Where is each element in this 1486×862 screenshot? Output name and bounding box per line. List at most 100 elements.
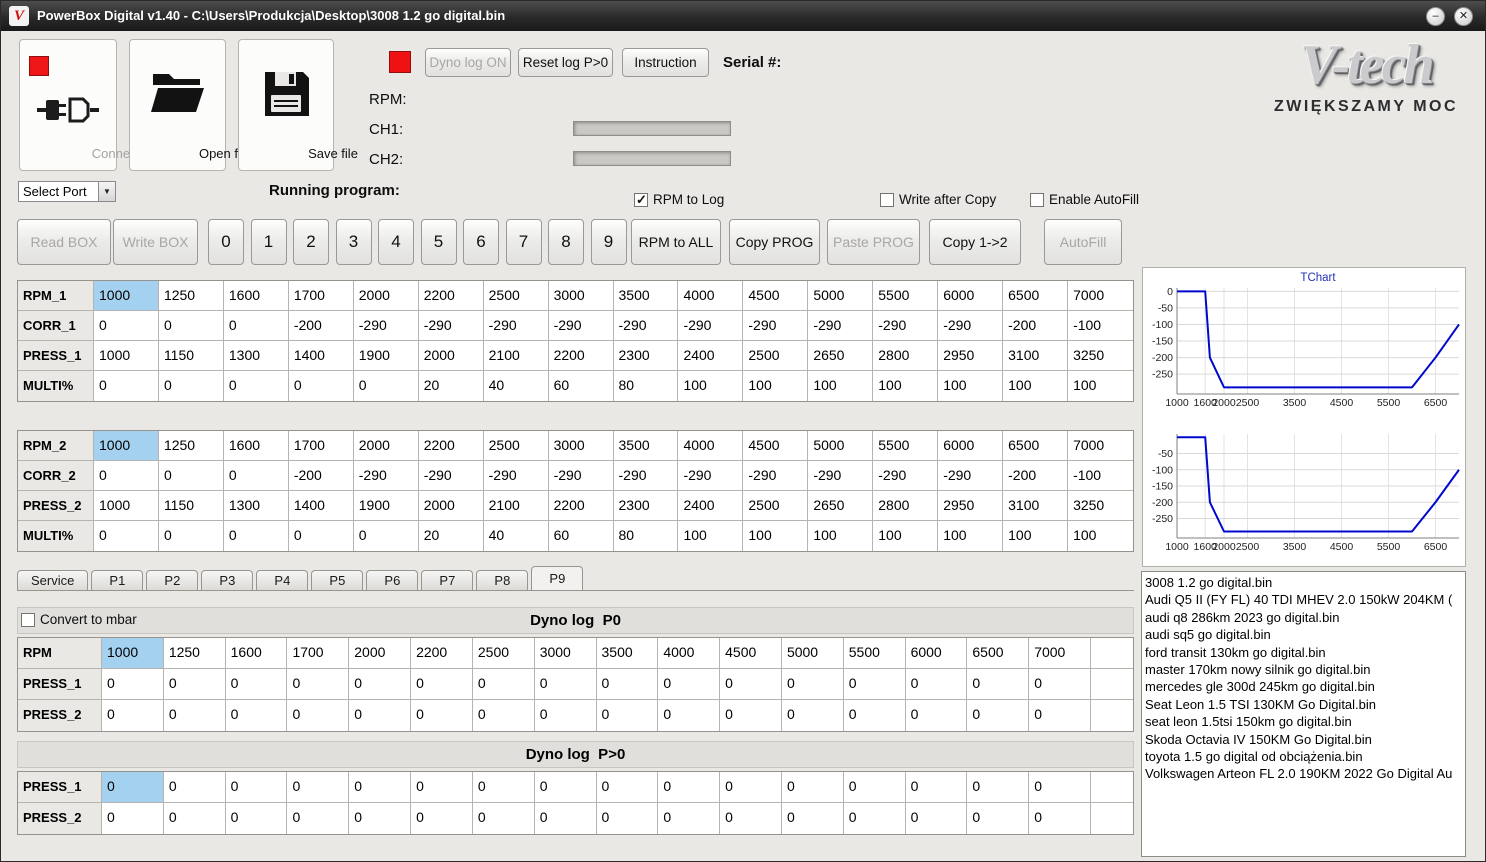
cell-MULTI%-13[interactable]: 100 xyxy=(938,371,1004,401)
cell-CORR_1-7[interactable]: -290 xyxy=(548,311,614,341)
cell-MULTI%-3[interactable]: 0 xyxy=(288,521,354,551)
number-button-0[interactable]: 0 xyxy=(208,219,244,265)
cell-PRESS_1-11[interactable]: 0 xyxy=(781,772,844,803)
cell-PRESS_2-8[interactable]: 2300 xyxy=(613,491,679,521)
rpm-to-all-button[interactable]: RPM to ALL xyxy=(631,219,721,265)
cell-PRESS_1-1[interactable]: 1150 xyxy=(158,341,224,371)
cell-PRESS_2-7[interactable]: 0 xyxy=(534,803,597,834)
cell-PRESS_1-5[interactable]: 0 xyxy=(411,772,473,803)
tab-p1[interactable]: P1 xyxy=(91,570,144,590)
cell-CORR_1-13[interactable]: -290 xyxy=(938,311,1004,341)
cell-RPM_2-4[interactable]: 2000 xyxy=(353,431,419,461)
cell-RPM_2-0[interactable]: 1000 xyxy=(94,431,159,461)
cell-MULTI%-11[interactable]: 100 xyxy=(808,371,874,401)
cell-MULTI%-14[interactable]: 100 xyxy=(1003,371,1069,401)
cell-RPM_2-10[interactable]: 4500 xyxy=(743,431,809,461)
cell-RPM-7[interactable]: 3000 xyxy=(534,638,597,669)
cell-PRESS_2-1[interactable]: 0 xyxy=(163,803,226,834)
cell-RPM-1[interactable]: 1250 xyxy=(163,638,226,669)
cell-PRESS_2-9[interactable]: 0 xyxy=(658,700,721,731)
cell-PRESS_1-7[interactable]: 0 xyxy=(534,772,597,803)
cell-PRESS_1-10[interactable]: 2500 xyxy=(743,341,809,371)
file-item[interactable]: Volkswagen Arteon FL 2.0 190KM 2022 Go D… xyxy=(1145,765,1462,782)
file-item[interactable]: Audi Q5 II (FY FL) 40 TDI MHEV 2.0 150kW… xyxy=(1145,591,1462,608)
cell-PRESS_1-6[interactable]: 0 xyxy=(472,772,535,803)
cell-RPM_1-9[interactable]: 4000 xyxy=(678,281,744,311)
cell-PRESS_1-15[interactable]: 3250 xyxy=(1068,341,1133,371)
cell-PRESS_2-2[interactable]: 0 xyxy=(225,700,288,731)
cell-CORR_2-12[interactable]: -290 xyxy=(873,461,939,491)
cell-PRESS_1-7[interactable]: 0 xyxy=(534,669,597,700)
cell-RPM_2-7[interactable]: 3000 xyxy=(548,431,614,461)
cell-RPM-15[interactable]: 7000 xyxy=(1029,638,1091,669)
cell-PRESS_1-9[interactable]: 2400 xyxy=(678,341,744,371)
cell-PRESS_2-2[interactable]: 0 xyxy=(225,803,288,834)
cell-MULTI%-9[interactable]: 100 xyxy=(678,521,744,551)
cell-PRESS_2-15[interactable]: 3250 xyxy=(1068,491,1133,521)
cell-RPM-13[interactable]: 6000 xyxy=(905,638,968,669)
cell-MULTI%-10[interactable]: 100 xyxy=(743,371,809,401)
cell-PRESS_2-0[interactable]: 1000 xyxy=(94,491,159,521)
cell-PRESS_1-3[interactable]: 0 xyxy=(287,669,350,700)
cell-PRESS_1-1[interactable]: 0 xyxy=(163,669,226,700)
cell-MULTI%-8[interactable]: 80 xyxy=(613,521,679,551)
cell-PRESS_1-13[interactable]: 0 xyxy=(905,669,968,700)
cell-RPM_1-3[interactable]: 1700 xyxy=(288,281,354,311)
tab-p5[interactable]: P5 xyxy=(311,570,364,590)
file-item[interactable]: mercedes gle 300d 245km go digital.bin xyxy=(1145,678,1462,695)
cell-PRESS_1-2[interactable]: 0 xyxy=(225,772,288,803)
cell-PRESS_1-3[interactable]: 1400 xyxy=(288,341,354,371)
cell-PRESS_2-7[interactable]: 0 xyxy=(534,700,597,731)
cell-PRESS_2-11[interactable]: 0 xyxy=(781,803,844,834)
paste-prog-button[interactable]: Paste PROG xyxy=(827,219,920,265)
cell-CORR_2-5[interactable]: -290 xyxy=(418,461,484,491)
cell-CORR_2-2[interactable]: 0 xyxy=(223,461,289,491)
cell-PRESS_1-12[interactable]: 2800 xyxy=(873,341,939,371)
cell-MULTI%-4[interactable]: 0 xyxy=(353,371,419,401)
number-button-4[interactable]: 4 xyxy=(378,219,414,265)
cell-MULTI%-11[interactable]: 100 xyxy=(808,521,874,551)
cell-CORR_2-13[interactable]: -290 xyxy=(938,461,1004,491)
cell-RPM-5[interactable]: 2200 xyxy=(411,638,473,669)
tab-p7[interactable]: P7 xyxy=(421,570,474,590)
cell-RPM_2-8[interactable]: 3500 xyxy=(613,431,679,461)
cell-MULTI%-9[interactable]: 100 xyxy=(678,371,744,401)
cell-MULTI%-2[interactable]: 0 xyxy=(223,371,289,401)
cell-PRESS_2-8[interactable]: 0 xyxy=(596,803,659,834)
tab-p2[interactable]: P2 xyxy=(146,570,199,590)
cell-RPM-0[interactable]: 1000 xyxy=(102,638,164,669)
cell-PRESS_1-13[interactable]: 2950 xyxy=(938,341,1004,371)
cell-PRESS_1-5[interactable]: 2000 xyxy=(418,341,484,371)
cell-RPM_1-10[interactable]: 4500 xyxy=(743,281,809,311)
cell-PRESS_2-2[interactable]: 1300 xyxy=(223,491,289,521)
cell-PRESS_1-1[interactable]: 0 xyxy=(163,772,226,803)
cell-PRESS_2-12[interactable]: 2800 xyxy=(873,491,939,521)
number-button-3[interactable]: 3 xyxy=(335,219,372,265)
cell-CORR_2-14[interactable]: -200 xyxy=(1003,461,1069,491)
cell-PRESS_1-10[interactable]: 0 xyxy=(720,772,782,803)
cell-RPM_1-6[interactable]: 2500 xyxy=(483,281,549,311)
cell-PRESS_2-3[interactable]: 0 xyxy=(287,803,350,834)
cell-PRESS_1-7[interactable]: 2200 xyxy=(548,341,614,371)
cell-RPM_1-1[interactable]: 1250 xyxy=(158,281,224,311)
cell-PRESS_2-6[interactable]: 2100 xyxy=(483,491,549,521)
cell-MULTI%-2[interactable]: 0 xyxy=(223,521,289,551)
number-button-2[interactable]: 2 xyxy=(293,219,329,265)
cell-PRESS_1-5[interactable]: 0 xyxy=(411,669,473,700)
cell-MULTI%-1[interactable]: 0 xyxy=(158,371,224,401)
cell-CORR_1-8[interactable]: -290 xyxy=(613,311,679,341)
cell-PRESS_2-5[interactable]: 2000 xyxy=(418,491,484,521)
cell-MULTI%-12[interactable]: 100 xyxy=(873,371,939,401)
file-item[interactable]: master 170km nowy silnik go digital.bin xyxy=(1145,661,1462,678)
write-box-button[interactable]: Write BOX xyxy=(113,219,198,265)
cell-PRESS_1-9[interactable]: 0 xyxy=(658,669,721,700)
cell-RPM_2-12[interactable]: 5500 xyxy=(873,431,939,461)
cell-RPM_1-15[interactable]: 7000 xyxy=(1068,281,1133,311)
cell-PRESS_2-10[interactable]: 2500 xyxy=(743,491,809,521)
cell-PRESS_1-12[interactable]: 0 xyxy=(843,669,906,700)
cell-MULTI%-15[interactable]: 100 xyxy=(1068,371,1133,401)
cell-MULTI%-0[interactable]: 0 xyxy=(94,521,159,551)
close-button[interactable]: ✕ xyxy=(1454,7,1473,26)
cell-CORR_1-11[interactable]: -290 xyxy=(808,311,874,341)
cell-CORR_2-10[interactable]: -290 xyxy=(743,461,809,491)
